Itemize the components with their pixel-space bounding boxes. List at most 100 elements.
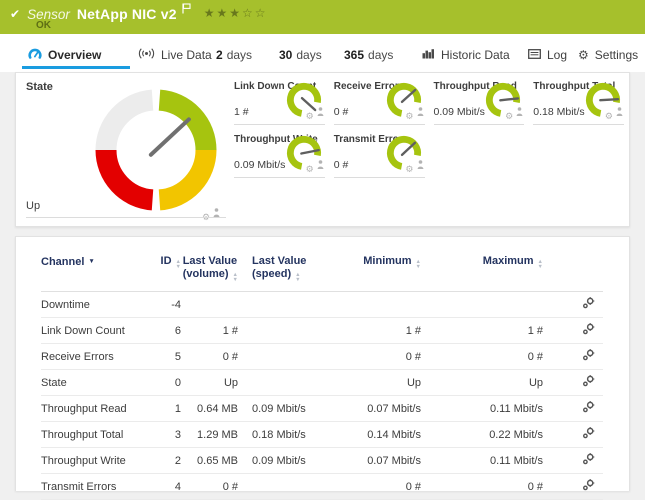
maximum-value xyxy=(421,292,543,318)
gear-icon[interactable]: ⚙ xyxy=(306,165,314,174)
maximum-value: 0 # xyxy=(421,474,543,500)
gear-icon[interactable]: ⚙ xyxy=(605,112,613,121)
channel-name[interactable]: Receive Errors xyxy=(41,344,146,370)
channel-settings-icon[interactable] xyxy=(582,323,595,339)
pin-icon[interactable] xyxy=(317,103,324,121)
flag-icon[interactable] xyxy=(182,1,191,19)
maximum-value: 0.11 Mbit/s xyxy=(421,448,543,474)
channel-id: 1 xyxy=(146,396,181,422)
sensor-title: NetApp NIC v2 xyxy=(77,6,177,22)
pin-icon[interactable] xyxy=(317,156,324,174)
last-value-volume: 0.64 MB xyxy=(181,396,238,422)
last-value-speed xyxy=(238,318,351,344)
sort-icon: ▲▼ xyxy=(295,273,300,282)
sensor-header: ✔ Sensor NetApp NIC v2 ★★★☆☆ OK xyxy=(0,0,645,34)
tab-label: Historic Data xyxy=(441,48,510,62)
channel-settings-icon[interactable] xyxy=(582,453,595,469)
tab-bar: Overview Live Data 2 days 30 days 365 da… xyxy=(0,44,645,70)
column-header-id[interactable]: ID▲▼ xyxy=(146,255,181,292)
pin-icon[interactable] xyxy=(616,103,623,121)
channel-settings-icon[interactable] xyxy=(582,297,595,313)
gauge-value: 0.09 Mbit/s xyxy=(234,159,285,171)
last-value-speed: 0.18 Mbit/s xyxy=(238,422,351,448)
channel-name[interactable]: Link Down Count xyxy=(41,318,146,344)
pin-icon[interactable] xyxy=(516,103,523,121)
table-row[interactable]: Throughput Read 1 0.64 MB 0.09 Mbit/s 0.… xyxy=(41,396,603,422)
column-header-actions xyxy=(543,255,603,292)
tab-label: Settings xyxy=(595,48,638,62)
minimum-value: 0.07 Mbit/s xyxy=(351,448,421,474)
status-check-icon: ✔ xyxy=(10,7,20,21)
gear-icon[interactable]: ⚙ xyxy=(405,112,413,121)
channel-settings-icon[interactable] xyxy=(582,401,595,417)
last-value-volume: 1.29 MB xyxy=(181,422,238,448)
tab-label: Live Data xyxy=(161,48,212,62)
table-row[interactable]: Throughput Write 2 0.65 MB 0.09 Mbit/s 0… xyxy=(41,448,603,474)
column-header-channel[interactable]: Channel▼ xyxy=(41,255,146,292)
table-row[interactable]: Transmit Errors 4 0 # 0 # 0 # xyxy=(41,474,603,500)
table-row[interactable]: Receive Errors 5 0 # 0 # 0 # xyxy=(41,344,603,370)
pin-icon[interactable] xyxy=(213,204,220,222)
last-value-volume xyxy=(181,292,238,318)
channel-name[interactable]: Throughput Read xyxy=(41,396,146,422)
channel-name[interactable]: Downtime xyxy=(41,292,146,318)
minimum-value: Up xyxy=(351,370,421,396)
tab-label: days xyxy=(227,48,252,62)
gear-icon[interactable]: ⚙ xyxy=(505,112,513,121)
pin-icon[interactable] xyxy=(417,103,424,121)
tab-overview[interactable]: Overview xyxy=(28,44,101,66)
log-icon xyxy=(528,48,541,62)
channel-settings-icon[interactable] xyxy=(582,479,595,495)
channel-settings-icon[interactable] xyxy=(582,375,595,391)
channel-gauge-cell: Transmit Errors 0 # ⚙ xyxy=(334,132,425,178)
channel-name[interactable]: Throughput Write xyxy=(41,448,146,474)
table-row[interactable]: State 0 Up Up Up xyxy=(41,370,603,396)
state-status-value: Up xyxy=(26,200,40,212)
gear-icon[interactable]: ⚙ xyxy=(405,165,413,174)
gauge-icon xyxy=(28,47,42,63)
gear-icon[interactable]: ⚙ xyxy=(306,112,314,121)
tab-label: Log xyxy=(547,48,567,62)
table-row[interactable]: Link Down Count 6 1 # 1 # 1 # xyxy=(41,318,603,344)
tab-log[interactable]: Log xyxy=(528,44,567,66)
tab-historic-data[interactable]: Historic Data xyxy=(422,44,510,66)
state-gauge-label: State xyxy=(26,81,53,93)
channel-id: 5 xyxy=(146,344,181,370)
channel-gauge-cell: Receive Errors 0 # ⚙ xyxy=(334,79,425,125)
tab-live-data[interactable]: Live Data xyxy=(138,44,212,66)
column-header-last-value-speed[interactable]: Last Value(speed)▲▼ xyxy=(238,255,351,292)
overview-gauges-panel: State Up ⚙ Link Down Count 1 # ⚙ Receive… xyxy=(15,72,630,227)
sort-icon: ▲▼ xyxy=(176,260,181,269)
channel-settings-icon[interactable] xyxy=(582,349,595,365)
tab-365-days[interactable]: 365 days xyxy=(344,44,393,66)
broadcast-icon xyxy=(138,47,155,63)
table-row[interactable]: Throughput Total 3 1.29 MB 0.18 Mbit/s 0… xyxy=(41,422,603,448)
tab-2-days[interactable]: 2 days xyxy=(216,44,252,66)
minimum-value: 0.07 Mbit/s xyxy=(351,396,421,422)
channel-name[interactable]: Throughput Total xyxy=(41,422,146,448)
bar-chart-icon xyxy=(422,48,435,62)
pin-icon[interactable] xyxy=(417,156,424,174)
tab-number: 2 xyxy=(216,48,223,62)
channel-name[interactable]: State xyxy=(41,370,146,396)
channel-name[interactable]: Transmit Errors xyxy=(41,474,146,500)
gauge-value: 0 # xyxy=(334,159,349,171)
column-header-minimum[interactable]: Minimum▲▼ xyxy=(351,255,421,292)
last-value-speed xyxy=(238,370,351,396)
tab-number: 30 xyxy=(279,48,292,62)
status-badge: OK xyxy=(36,20,51,31)
channel-id: 3 xyxy=(146,422,181,448)
maximum-value: 1 # xyxy=(421,318,543,344)
gear-icon: ⚙ xyxy=(578,49,589,61)
channel-gauge-cell: Throughput Total 0.18 Mbit/s ⚙ xyxy=(533,79,624,125)
last-value-speed xyxy=(238,474,351,500)
column-header-last-value-volume[interactable]: Last Value(volume)▲▼ xyxy=(181,255,238,292)
priority-stars[interactable]: ★★★☆☆ xyxy=(204,6,268,20)
column-header-maximum[interactable]: Maximum▲▼ xyxy=(421,255,543,292)
tab-settings[interactable]: ⚙ Settings xyxy=(578,44,638,66)
channel-settings-icon[interactable] xyxy=(582,427,595,443)
tab-30-days[interactable]: 30 days xyxy=(279,44,322,66)
last-value-speed: 0.09 Mbit/s xyxy=(238,396,351,422)
state-gauge-segment-none xyxy=(106,100,153,150)
table-row[interactable]: Downtime -4 xyxy=(41,292,603,318)
